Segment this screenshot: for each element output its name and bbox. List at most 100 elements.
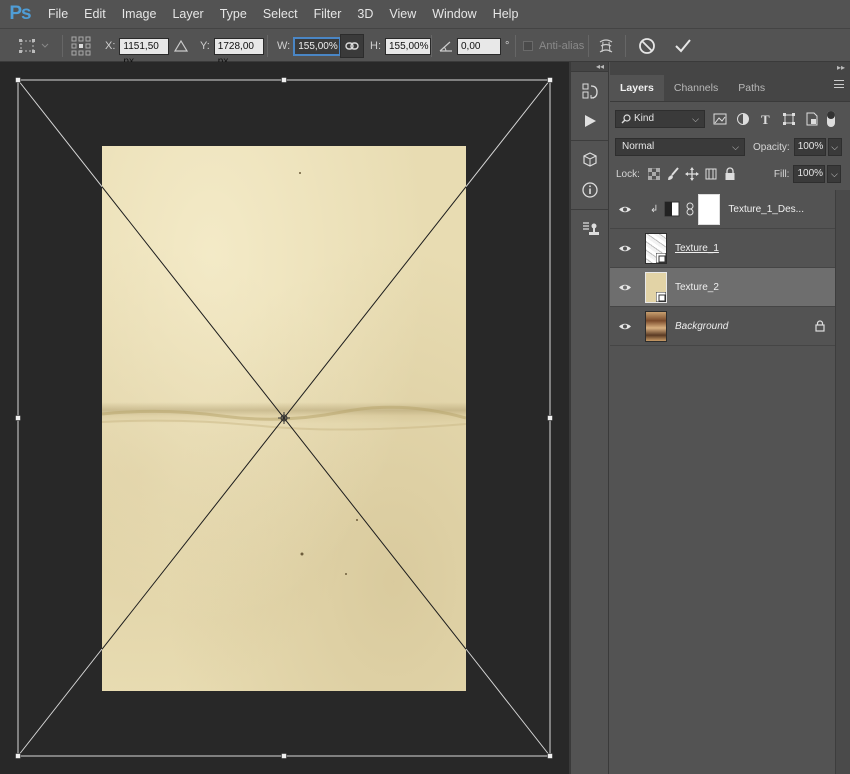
panel-tabs: Layers Channels Paths (610, 72, 850, 102)
w-label: W: (277, 40, 291, 52)
checkmark-icon (675, 39, 691, 53)
mask-link-icon[interactable] (686, 202, 694, 216)
history-panel-button[interactable] (571, 76, 609, 106)
lock-all-icon[interactable] (722, 166, 738, 182)
opacity-field[interactable]: 100% (793, 138, 826, 156)
adjustment-layer-icon (664, 201, 680, 217)
transform-bounding-box[interactable] (0, 62, 569, 774)
collapse-strip-button[interactable]: ◂◂ (571, 62, 608, 72)
menu-filter[interactable]: Filter (306, 0, 350, 28)
layer-row-texture-2[interactable]: Texture_2 (610, 268, 835, 307)
tab-layers[interactable]: Layers (610, 75, 664, 101)
lock-position-icon[interactable] (684, 166, 700, 182)
visibility-eye-icon[interactable] (610, 229, 640, 268)
layer-row-texture-1-desaturate[interactable]: ↲ Texture_1_Des... (610, 190, 835, 229)
clone-source-panel-button[interactable] (571, 214, 609, 244)
x-position-field[interactable]: 1151,50 px (119, 37, 170, 67)
reference-point-crosshair (278, 412, 290, 424)
layers-panel: ▸▸ Layers Channels Paths Kind ⌵ T Normal… (610, 62, 850, 774)
filter-smart-object-icon[interactable] (805, 112, 819, 126)
blend-mode-value: Normal (622, 141, 655, 152)
reference-point-locator[interactable] (71, 29, 91, 63)
degree-symbol: ° (505, 40, 510, 52)
document-canvas[interactable] (0, 62, 569, 774)
chevron-down-icon: ⌵ (692, 114, 699, 124)
menu-window[interactable]: Window (424, 0, 484, 28)
lock-transparent-pixels-icon[interactable] (646, 166, 662, 182)
tab-channels[interactable]: Channels (664, 75, 728, 101)
layer-name: Texture_1 (675, 242, 719, 254)
prevent-auto-nesting-icon[interactable] (703, 166, 719, 182)
fill-slider-chevron-icon[interactable]: ⌵ (827, 165, 842, 183)
warp-icon (599, 39, 613, 53)
free-transform-icon (19, 39, 49, 53)
visibility-eye-icon[interactable] (610, 268, 640, 307)
reference-point-grid-icon (71, 36, 91, 56)
warp-toggle-button[interactable] (597, 29, 615, 63)
opacity-slider-chevron-icon[interactable]: ⌵ (827, 138, 842, 156)
smart-object-badge-icon (656, 252, 666, 263)
3d-panel-button[interactable] (571, 145, 609, 175)
filter-kind-value: Kind (634, 113, 655, 124)
filter-pixel-icon[interactable] (713, 113, 727, 125)
filter-shape-icon[interactable] (782, 112, 796, 126)
menu-file[interactable]: File (40, 0, 76, 28)
blend-mode-dropdown[interactable]: Normal ⌵ (615, 138, 745, 156)
photoshop-window: Ps File Edit Image Layer Type Select Fil… (0, 0, 850, 774)
photoshop-logo: Ps (9, 3, 31, 24)
menu-edit[interactable]: Edit (76, 0, 114, 28)
layer-name: Background (675, 320, 729, 332)
transform-tool-preset[interactable] (18, 29, 50, 63)
layer-filter-dropdown[interactable]: Kind ⌵ (615, 110, 705, 128)
layer-thumbnail (645, 271, 667, 303)
maintain-aspect-ratio-button[interactable] (340, 34, 364, 58)
width-percent-field[interactable]: 155,00% (294, 37, 341, 55)
actions-panel-button[interactable] (571, 106, 609, 136)
menu-layer[interactable]: Layer (164, 0, 211, 28)
rotation-angle-field[interactable]: 0,00 (457, 37, 501, 55)
tab-paths[interactable]: Paths (728, 75, 775, 101)
menubar: Ps File Edit Image Layer Type Select Fil… (0, 0, 850, 28)
double-chevron-right-icon: ▸▸ (836, 62, 845, 72)
lock-image-pixels-icon[interactable] (665, 166, 681, 182)
search-icon (621, 114, 631, 124)
filter-toggle-switch[interactable] (827, 111, 835, 127)
menu-select[interactable]: Select (255, 0, 306, 28)
lock-label: Lock: (616, 168, 640, 180)
link-icon (345, 42, 359, 50)
svg-text:T: T (761, 112, 770, 126)
visibility-eye-icon[interactable] (610, 190, 640, 229)
info-panel-button[interactable] (571, 175, 609, 205)
fill-field[interactable]: 100% (793, 165, 826, 183)
visibility-eye-icon[interactable] (610, 307, 640, 346)
h-label: H: (370, 40, 381, 52)
y-position-field[interactable]: 1728,00 px (213, 37, 264, 67)
collapsed-panel-strip: ◂◂ (571, 62, 609, 774)
commit-transform-button[interactable] (674, 29, 692, 63)
cancel-transform-button[interactable] (638, 29, 656, 63)
layers-scrollbar[interactable] (835, 190, 850, 774)
chevron-down-icon: ⌵ (732, 142, 739, 152)
menu-3d[interactable]: 3D (349, 0, 381, 28)
menu-view[interactable]: View (381, 0, 424, 28)
collapse-panel-button[interactable]: ▸▸ (610, 62, 850, 72)
anti-alias-checkbox[interactable] (523, 41, 533, 51)
clipping-arrow-icon: ↲ (650, 203, 659, 215)
fill-label: Fill: (773, 168, 790, 180)
play-icon (585, 115, 596, 127)
height-percent-field[interactable]: 155,00% (385, 37, 431, 55)
layer-name: Texture_2 (675, 281, 719, 293)
menu-image[interactable]: Image (114, 0, 165, 28)
anti-alias-label: Anti-alias (539, 40, 585, 52)
menu-type[interactable]: Type (212, 0, 255, 28)
filter-adjustment-icon[interactable] (736, 112, 750, 126)
menu-help[interactable]: Help (485, 0, 527, 28)
layer-thumbnail (645, 310, 667, 342)
relative-position-toggle[interactable] (174, 29, 188, 63)
layer-row-background[interactable]: Background (610, 307, 835, 346)
filter-type-icon[interactable]: T (759, 112, 773, 126)
layer-row-texture-1[interactable]: Texture_1 (610, 229, 835, 268)
cube-icon (583, 152, 597, 167)
panel-menu-icon[interactable] (834, 80, 844, 88)
layer-mask-thumbnail[interactable] (698, 193, 721, 225)
